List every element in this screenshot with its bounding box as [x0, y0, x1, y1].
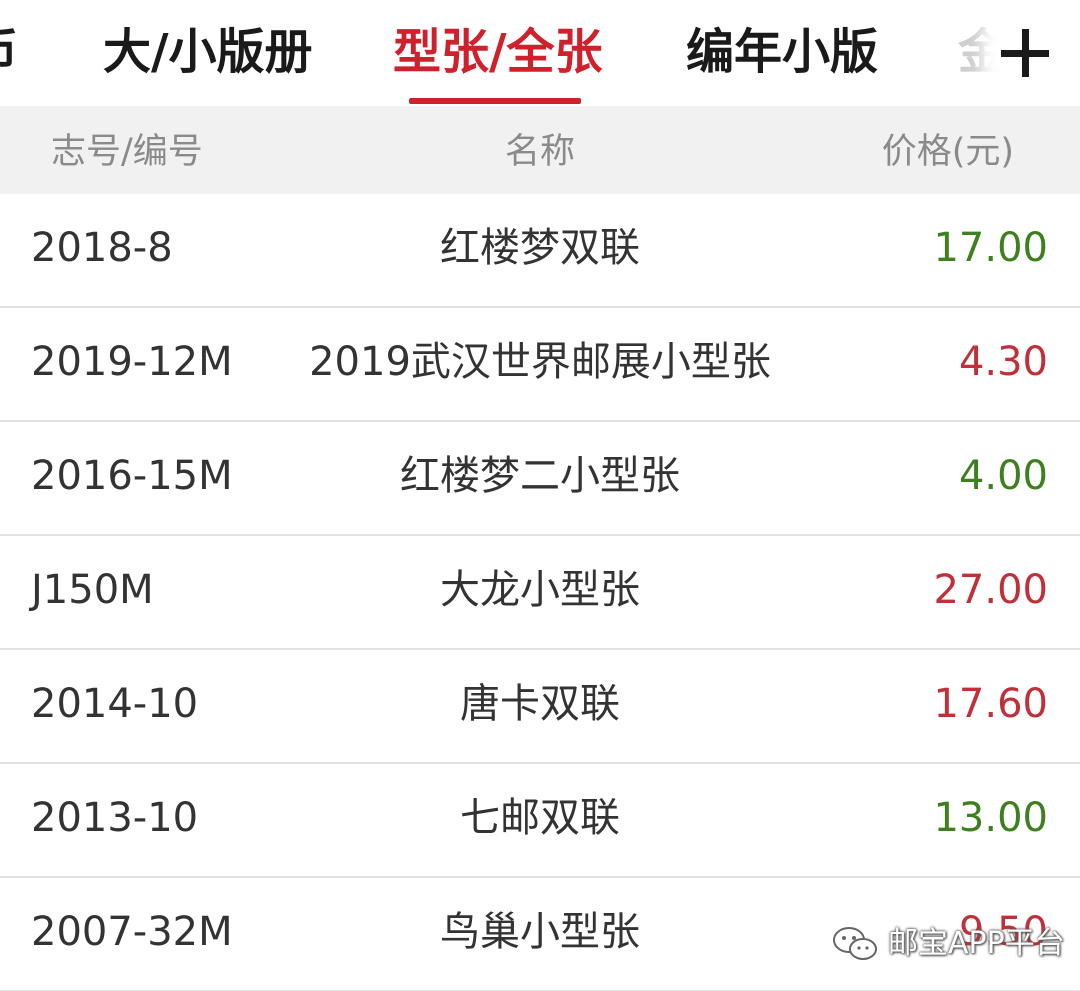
- table-row[interactable]: 2013-10 七邮双联 13.00: [0, 764, 1080, 878]
- stamp-price: 13.00: [933, 795, 1048, 841]
- stamp-price: 17.00: [933, 225, 1048, 271]
- stamp-name: 七邮双联: [460, 795, 620, 841]
- table-row[interactable]: 2018-8 红楼梦双联 17.00: [0, 194, 1080, 308]
- app-screen: 币 大/小版册 型张/全张 编年小版 金 志号/编号 名称 价格(元) 2018…: [0, 0, 1080, 991]
- table-row[interactable]: 2014-10 唐卡双联 17.60: [0, 650, 1080, 764]
- tab-previous-partial[interactable]: 币: [0, 22, 22, 82]
- stamp-code: 2016-15M: [31, 453, 233, 499]
- table-row[interactable]: 2019-12M 2019武汉世界邮展小型张 4.30: [0, 308, 1080, 422]
- tab-sheetlet-booklet[interactable]: 大/小版册: [103, 22, 313, 82]
- tab-next-partial[interactable]: 金: [958, 22, 1002, 82]
- stamp-name: 红楼梦二小型张: [400, 453, 680, 499]
- stamp-price: 4.00: [958, 453, 1048, 499]
- price-list: 2018-8 红楼梦双联 17.00 2019-12M 2019武汉世界邮展小型…: [0, 194, 1080, 991]
- wechat-icon: [833, 927, 877, 960]
- stamp-code: 2018-8: [31, 225, 173, 271]
- plus-icon-vertical: [1022, 29, 1029, 77]
- column-header-name: 名称: [504, 132, 575, 172]
- stamp-price: 17.60: [933, 681, 1048, 727]
- stamp-price: 27.00: [933, 567, 1048, 613]
- table-row[interactable]: J150M 大龙小型张 27.00: [0, 536, 1080, 650]
- stamp-price: 4.30: [958, 339, 1048, 385]
- tab-souvenir-full-sheet[interactable]: 型张/全张: [393, 22, 603, 82]
- watermark-text: 邮宝APP平台: [888, 926, 1065, 961]
- table-header: 志号/编号 名称 价格(元): [0, 106, 1080, 194]
- category-tab-bar: 币 大/小版册 型张/全张 编年小版 金: [0, 0, 1080, 106]
- stamp-name: 唐卡双联: [460, 681, 620, 727]
- stamp-code: 2007-32M: [31, 909, 233, 955]
- active-tab-indicator: [409, 98, 581, 104]
- plus-icon[interactable]: [998, 26, 1052, 80]
- stamp-code: 2019-12M: [31, 339, 233, 385]
- stamp-code: 2014-10: [31, 681, 199, 727]
- stamp-name: 2019武汉世界邮展小型张: [309, 339, 771, 385]
- stamp-name: 鸟巢小型张: [440, 909, 640, 955]
- stamp-name: 红楼梦双联: [440, 225, 640, 271]
- stamp-code: 2013-10: [31, 795, 199, 841]
- column-header-code: 志号/编号: [51, 132, 203, 172]
- tab-annual-sheetlet[interactable]: 编年小版: [686, 22, 878, 82]
- column-header-price: 价格(元): [881, 132, 1014, 172]
- stamp-name: 大龙小型张: [440, 567, 640, 613]
- stamp-code: J150M: [31, 567, 154, 613]
- table-row[interactable]: 2016-15M 红楼梦二小型张 4.00: [0, 422, 1080, 536]
